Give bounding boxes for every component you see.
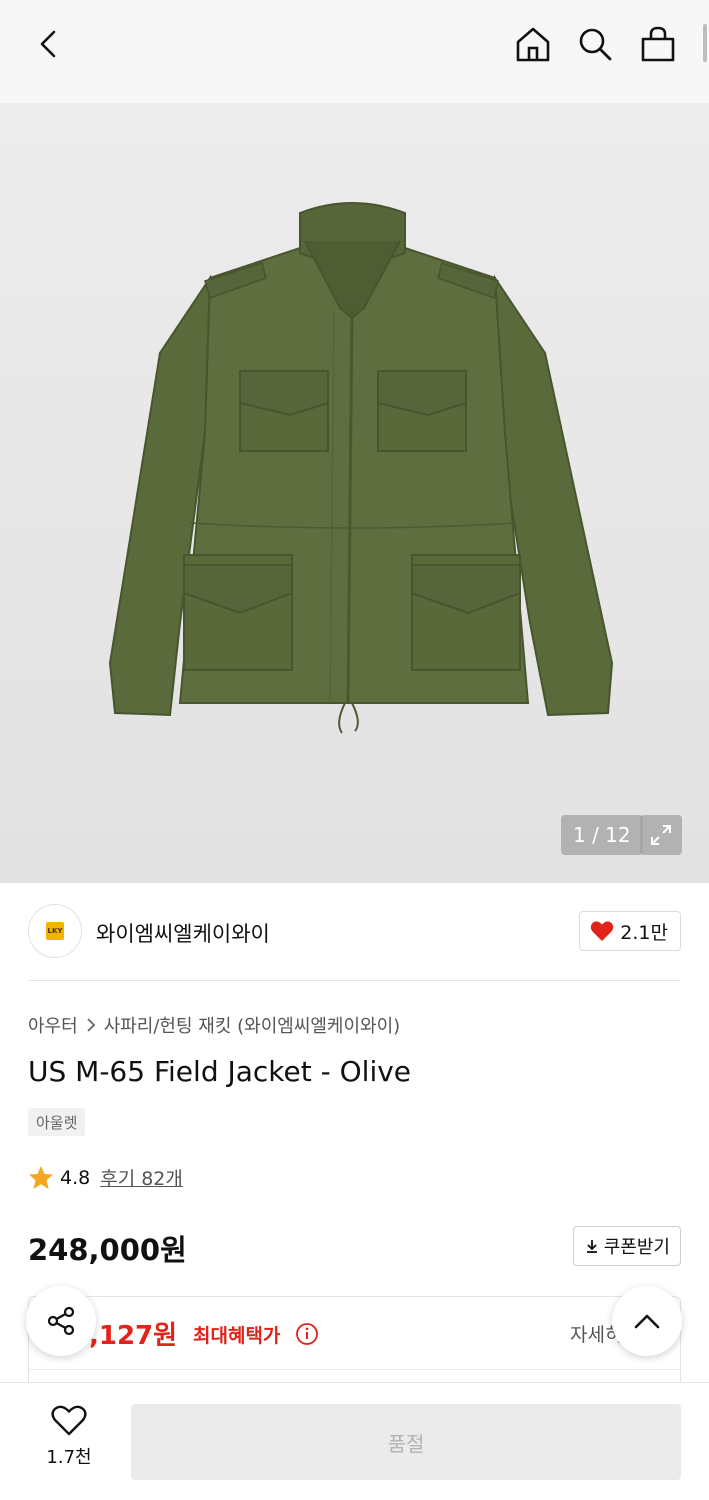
back-icon xyxy=(40,30,56,58)
share-button[interactable] xyxy=(26,1286,96,1356)
sold-out-button[interactable]: 품절 xyxy=(131,1404,681,1480)
home-button[interactable] xyxy=(511,22,555,66)
wishlist-count: 1.7천 xyxy=(46,1447,92,1468)
review-link[interactable]: 후기 82개 xyxy=(100,1164,183,1191)
product-image-gallery[interactable]: 1 / 12 xyxy=(0,103,709,883)
star-icon xyxy=(29,1165,53,1189)
shopping-bag-icon xyxy=(641,26,675,62)
brand-like-button[interactable]: 2.1만 xyxy=(579,911,681,951)
product-image xyxy=(0,103,709,883)
wishlist-button[interactable]: 1.7천 xyxy=(30,1405,108,1475)
product-price: 248,000원 xyxy=(28,1233,187,1267)
scroll-top-button[interactable] xyxy=(612,1286,682,1356)
heart-filled-icon xyxy=(591,921,614,941)
benefit-label: 최대혜택가 xyxy=(193,1325,281,1347)
search-icon xyxy=(579,28,612,61)
info-icon[interactable] xyxy=(295,1322,319,1346)
breadcrumb-category-1[interactable]: 아우터 xyxy=(28,1012,78,1038)
breadcrumb-category-2[interactable]: 사파리/헌팅 재킷 (와이엠씨엘케이와이) xyxy=(104,1012,401,1038)
scrollbar[interactable] xyxy=(703,24,707,62)
cart-button[interactable] xyxy=(636,22,680,66)
brand-like-count: 2.1만 xyxy=(620,921,668,944)
back-button[interactable] xyxy=(26,22,70,66)
download-icon xyxy=(586,1240,597,1253)
heart-outline-icon xyxy=(51,1405,87,1436)
rating-row: 4.8 후기 82개 xyxy=(28,1164,183,1191)
image-pager: 1 / 12 xyxy=(561,815,643,855)
top-bar xyxy=(0,0,709,103)
bottom-action-bar: 1.7천 품절 xyxy=(0,1382,709,1500)
breadcrumb: 아우터 사파리/헌팅 재킷 (와이엠씨엘케이와이) xyxy=(28,1012,400,1038)
brand-logo[interactable]: LKY xyxy=(28,904,82,958)
coupon-button[interactable]: 쿠폰받기 xyxy=(572,1226,681,1266)
share-icon xyxy=(47,1306,75,1336)
expand-button[interactable] xyxy=(640,815,682,855)
outlet-tag: 아울렛 xyxy=(28,1108,86,1136)
product-title: US M-65 Field Jacket - Olive xyxy=(28,1055,412,1088)
divider xyxy=(28,980,681,981)
chevron-right-icon xyxy=(87,1018,95,1032)
rating-score: 4.8 xyxy=(60,1166,91,1189)
home-icon xyxy=(516,27,550,62)
search-button[interactable] xyxy=(573,22,617,66)
benefit-price: ,127원 xyxy=(89,1321,178,1351)
divider xyxy=(29,1369,680,1370)
brand-name[interactable]: 와이엠씨엘케이와이 xyxy=(96,918,270,948)
chevron-up-icon xyxy=(634,1314,660,1329)
coupon-label: 쿠폰받기 xyxy=(603,1237,670,1258)
brand-logo-mark: LKY xyxy=(46,922,64,940)
product-page: 1 / 12 LKY 와이엠씨엘케이와이 2.1만 아우터 사파리/헌팅 재킷 … xyxy=(0,0,709,1500)
expand-icon xyxy=(651,825,671,845)
brand-row: LKY 와이엠씨엘케이와이 2.1만 xyxy=(28,902,681,962)
